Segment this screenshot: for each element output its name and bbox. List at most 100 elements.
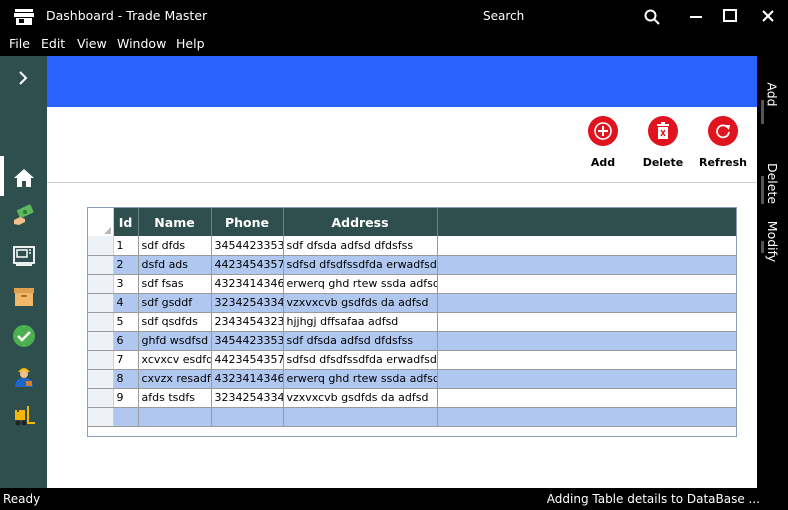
table-row[interactable]: 1 sdf dfds 3454423353 sdf dfsda adfsd dfdsf… <box>88 236 736 256</box>
cell-name[interactable]: sdf gsddf <box>138 293 212 313</box>
table-row[interactable]: 9 afds tsdfs 3234254334 vzxvxcvb gsdfds da … <box>88 388 736 408</box>
row-header[interactable] <box>88 407 114 427</box>
new-row-cell[interactable] <box>113 407 139 427</box>
cell-id[interactable]: 4 <box>113 293 139 313</box>
menu-window[interactable]: Window <box>117 36 166 51</box>
table-row[interactable]: 8 cxvzx resadf 4323414346 erwerq ghd rtew s… <box>88 369 736 389</box>
menu-help[interactable]: Help <box>176 36 205 51</box>
row-header[interactable] <box>88 388 114 408</box>
minimize-icon[interactable] <box>686 6 706 26</box>
cell-name[interactable]: xcvxcv esdfd <box>138 350 212 370</box>
cell-address[interactable]: sdfsd dfsdfssdfda erwadfsd <box>283 255 438 275</box>
row-header[interactable] <box>88 293 114 313</box>
column-header-name[interactable]: Name <box>138 208 212 236</box>
search-label[interactable]: Search <box>483 9 524 23</box>
trash-icon <box>648 116 678 146</box>
row-header[interactable] <box>88 312 114 332</box>
cell-filler <box>437 388 736 408</box>
add-button[interactable]: Add <box>573 116 633 169</box>
tab-delete[interactable]: Delete <box>757 124 788 203</box>
column-header-phone[interactable]: Phone <box>211 208 284 236</box>
new-row-cell[interactable] <box>283 407 438 427</box>
add-icon <box>588 116 618 146</box>
cell-address[interactable]: sdf dfsda adfsd dfdsfss <box>283 236 438 256</box>
chevron-right-icon[interactable] <box>13 68 33 88</box>
toolbar: Add Delete Refresh <box>47 107 757 183</box>
cell-id[interactable]: 9 <box>113 388 139 408</box>
table-row[interactable]: 6 ghfd wsdfsd 3454423353 sdf dfsda adfsd df… <box>88 331 736 351</box>
cell-phone[interactable]: 3234254334 <box>211 293 284 313</box>
cell-id[interactable]: 5 <box>113 312 139 332</box>
money-icon[interactable] <box>12 204 36 228</box>
cell-address[interactable]: sdf dfsda adfsd dfdsfss <box>283 331 438 351</box>
maximize-icon[interactable] <box>720 6 740 26</box>
delete-button[interactable]: Delete <box>633 116 693 169</box>
cell-address[interactable]: vzxvxcvb gsdfds da adfsd <box>283 293 438 313</box>
row-header[interactable] <box>88 331 114 351</box>
new-row[interactable] <box>88 407 736 427</box>
column-header-address[interactable]: Address <box>283 208 438 236</box>
cell-name[interactable]: afds tsdfs <box>138 388 212 408</box>
cell-id[interactable]: 3 <box>113 274 139 294</box>
check-icon[interactable] <box>12 324 36 348</box>
data-grid[interactable]: Id Name Phone Address 1 sdf dfds 345442335… <box>87 207 737 437</box>
cell-address[interactable]: erwerq ghd rtew ssda adfsd <box>283 274 438 294</box>
row-header[interactable] <box>88 236 114 256</box>
window-title: Dashboard - Trade Master <box>46 8 208 23</box>
cell-phone[interactable]: 4423454357 <box>211 255 284 275</box>
table-row[interactable]: 3 sdf fsas 4323414346 erwerq ghd rtew ssda … <box>88 274 736 294</box>
row-header[interactable] <box>88 369 114 389</box>
cell-id[interactable]: 7 <box>113 350 139 370</box>
cell-phone[interactable]: 3454423353 <box>211 331 284 351</box>
tab-modify[interactable]: Modify <box>757 186 788 261</box>
cell-name[interactable]: sdf dfds <box>138 236 212 256</box>
home-icon[interactable] <box>12 166 36 190</box>
refresh-button[interactable]: Refresh <box>693 116 753 169</box>
new-row-cell[interactable] <box>437 407 736 427</box>
status-message: Adding Table details to DataBase ... <box>546 492 760 506</box>
forklift-icon[interactable] <box>12 404 36 428</box>
new-row-cell[interactable] <box>138 407 212 427</box>
menu-edit[interactable]: Edit <box>41 36 65 51</box>
table-row[interactable]: 2 dsfd ads 4423454357 sdfsd dfsdfssdfda erw… <box>88 255 736 275</box>
cell-name[interactable]: cxvzx resadf <box>138 369 212 389</box>
cell-name[interactable]: dsfd ads <box>138 255 212 275</box>
cell-name[interactable]: ghfd wsdfsd <box>138 331 212 351</box>
cell-filler <box>437 255 736 275</box>
worker-icon[interactable] <box>12 364 36 388</box>
table-row[interactable]: 4 sdf gsddf 3234254334 vzxvxcvb gsdfds da a… <box>88 293 736 313</box>
grid-corner[interactable] <box>88 208 114 236</box>
menu-bar: File Edit View Window Help <box>0 32 788 56</box>
close-icon[interactable] <box>758 6 778 26</box>
machine-icon[interactable] <box>12 244 36 268</box>
cell-address[interactable]: hjjhgj dffsafaa adfsd <box>283 312 438 332</box>
row-header[interactable] <box>88 255 114 275</box>
cell-phone[interactable]: 2343454323 <box>211 312 284 332</box>
cell-id[interactable]: 8 <box>113 369 139 389</box>
new-row-cell[interactable] <box>211 407 284 427</box>
box-icon[interactable] <box>12 284 36 308</box>
cell-name[interactable]: sdf qsdfds <box>138 312 212 332</box>
cell-address[interactable]: vzxvxcvb gsdfds da adfsd <box>283 388 438 408</box>
tab-add[interactable]: Add <box>757 64 788 124</box>
cell-name[interactable]: sdf fsas <box>138 274 212 294</box>
table-row[interactable]: 5 sdf qsdfds 2343454323 hjjhgj dffsafaa adf… <box>88 312 736 332</box>
row-header[interactable] <box>88 274 114 294</box>
table-row[interactable]: 7 xcvxcv esdfd 4423454357 sdfsd dfsdfssdfda… <box>88 350 736 370</box>
column-header-filler <box>437 208 736 236</box>
cell-phone[interactable]: 4323414346 <box>211 274 284 294</box>
cell-address[interactable]: erwerq ghd rtew ssda adfsd <box>283 369 438 389</box>
cell-phone[interactable]: 4323414346 <box>211 369 284 389</box>
cell-id[interactable]: 6 <box>113 331 139 351</box>
cell-phone[interactable]: 3234254334 <box>211 388 284 408</box>
row-header[interactable] <box>88 350 114 370</box>
cell-phone[interactable]: 4423454357 <box>211 350 284 370</box>
search-icon[interactable] <box>644 9 660 25</box>
menu-view[interactable]: View <box>77 36 107 51</box>
menu-file[interactable]: File <box>9 36 30 51</box>
cell-id[interactable]: 2 <box>113 255 139 275</box>
cell-address[interactable]: sdfsd dfsdfssdfda erwadfsd <box>283 350 438 370</box>
column-header-id[interactable]: Id <box>113 208 139 236</box>
cell-phone[interactable]: 3454423353 <box>211 236 284 256</box>
cell-id[interactable]: 1 <box>113 236 139 256</box>
